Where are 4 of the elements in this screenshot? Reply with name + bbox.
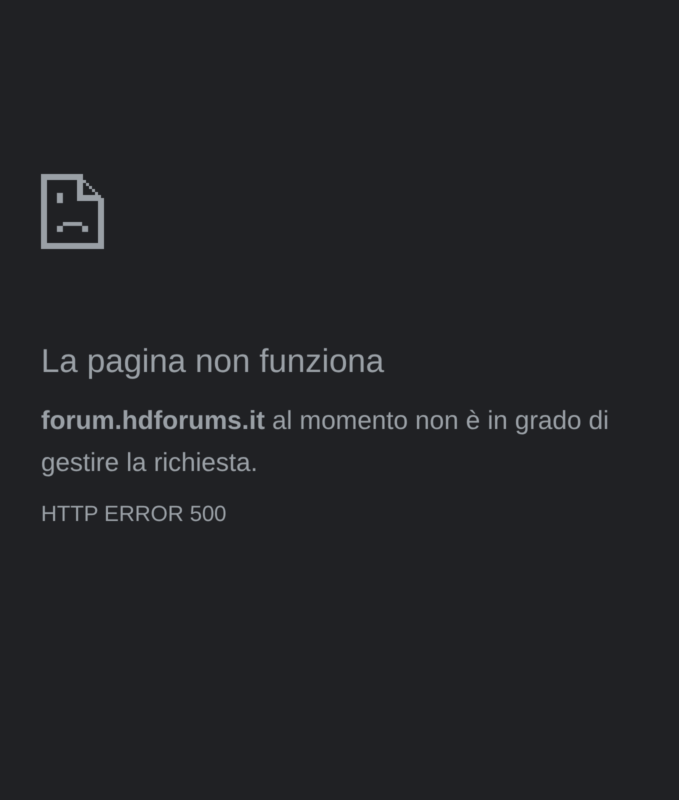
error-message: forum.hdforums.it al momento non è in grado di gestire la richiesta. (41, 404, 610, 479)
error-title: La pagina non funziona (41, 341, 386, 381)
sad-page-icon (41, 174, 104, 249)
error-code: HTTP ERROR 500 (41, 500, 228, 528)
